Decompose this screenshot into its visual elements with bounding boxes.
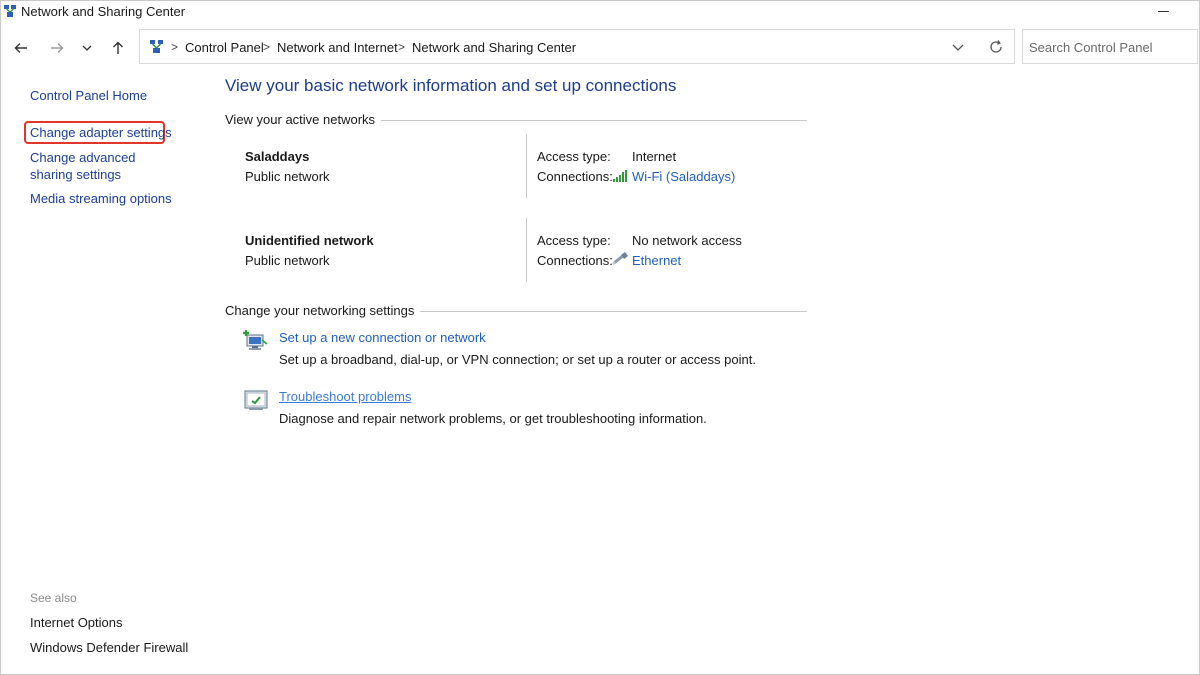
refresh-icon[interactable] [988,39,1004,55]
access-type-label: Access type: [537,233,611,248]
access-type-label: Access type: [537,149,611,164]
breadcrumb-network-and-sharing-center[interactable]: Network and Sharing Center [412,40,576,55]
setup-new-connection-description: Set up a broadband, dial-up, or VPN conn… [279,352,756,367]
window-title: Network and Sharing Center [21,4,186,19]
sidebar-link-change-advanced-sharing[interactable]: Change advanced sharing settings [30,149,180,183]
forward-button[interactable] [46,37,68,59]
connections-label: Connections: [537,169,613,184]
chevron-down-icon [82,45,92,51]
troubleshoot-problems-link[interactable]: Troubleshoot problems [279,389,411,404]
recent-locations-button[interactable] [76,37,98,59]
sidebar-link-change-adapter-settings[interactable]: Change adapter settings [30,124,172,141]
troubleshoot-icon [244,390,268,410]
network-name: Saladdays [245,149,310,164]
access-type-value: Internet [632,149,677,164]
sidebar-link-control-panel-home[interactable]: Control Panel Home [30,87,147,104]
troubleshoot-problems-description: Diagnose and repair network problems, or… [279,411,707,426]
address-dropdown-icon[interactable] [950,39,966,55]
sidebar-link-media-streaming[interactable]: Media streaming options [30,190,172,207]
search-input[interactable] [1029,38,1189,56]
address-bar[interactable]: > Control Panel > Network and Internet >… [139,29,1015,64]
arrow-right-icon [51,43,64,53]
up-button[interactable] [107,37,129,59]
connections-label: Connections: [537,253,613,268]
breadcrumb-network-and-internet[interactable]: Network and Internet [277,40,398,55]
window-frame [0,0,1200,675]
network-name: Unidentified network [245,233,374,248]
search-box[interactable] [1022,29,1198,64]
see-also-heading: See also [30,591,77,605]
arrow-left-icon [14,43,27,53]
ethernet-connection-link[interactable]: Ethernet [632,253,681,268]
networking-settings-heading: Change your networking settings [225,303,421,318]
arrow-up-icon [113,41,123,54]
wifi-signal-icon [613,170,627,182]
breadcrumb-separator-icon: > [171,40,179,54]
network-center-icon [4,5,16,17]
breadcrumb-separator-icon: > [263,40,271,54]
control-panel-icon [150,40,163,53]
wifi-connection-link[interactable]: Wi-Fi (Saladdays) [632,169,735,184]
breadcrumb-control-panel[interactable]: Control Panel [185,40,264,55]
access-type-value: No network access [632,233,742,248]
page-title: View your basic network information and … [225,76,677,95]
see-also-internet-options[interactable]: Internet Options [30,615,123,630]
setup-new-connection-link[interactable]: Set up a new connection or network [279,330,486,345]
network-divider [526,134,527,198]
minimize-button[interactable] [1158,11,1169,12]
new-connection-icon [243,330,268,350]
breadcrumb-separator-icon: > [398,40,406,54]
network-type-link[interactable]: Public network [245,169,330,184]
see-also-windows-defender-firewall[interactable]: Windows Defender Firewall [30,640,188,655]
active-networks-heading: View your active networks [225,112,382,127]
title-bar: Network and Sharing Center [0,0,1200,24]
back-button[interactable] [10,37,32,59]
network-divider [526,218,527,282]
network-type-link[interactable]: Public network [245,253,330,268]
ethernet-cable-icon [612,252,628,265]
